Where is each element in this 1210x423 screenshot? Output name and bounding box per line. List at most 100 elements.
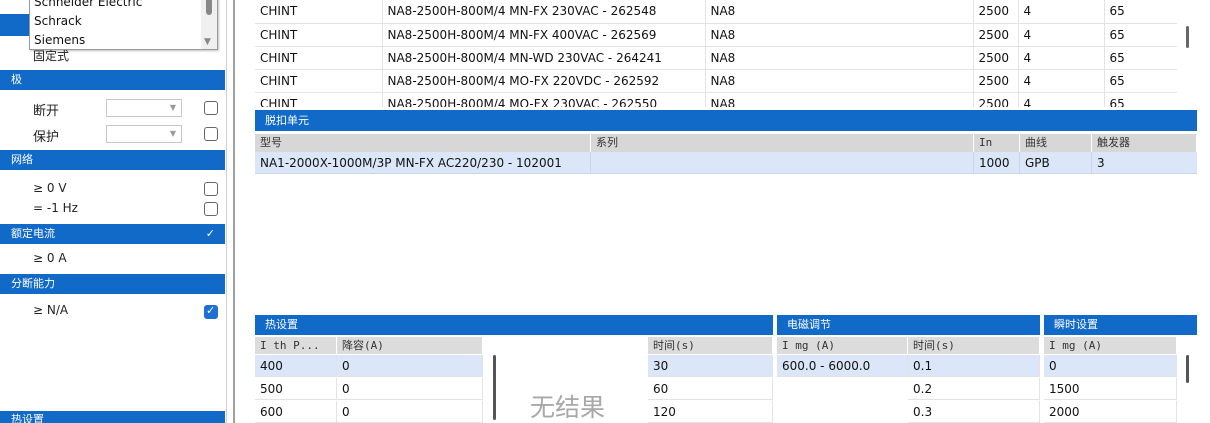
table-row[interactable]: CHINT NA8-2500H-800M/4 MN-WD 230VAC - 264…: [255, 46, 1177, 70]
thermal-ith-cell[interactable]: 500: [255, 378, 337, 400]
thermal-scrollbar[interactable]: [493, 355, 496, 420]
thermal-time-header: 时间(s): [648, 337, 773, 354]
voltage-checkbox[interactable]: [204, 182, 218, 196]
breaking-combo[interactable]: ▼: [106, 99, 182, 117]
instant-value-cell[interactable]: 1500: [1044, 378, 1177, 400]
manufacturer-option[interactable]: Siemens: [30, 31, 217, 50]
frequency-checkbox[interactable]: [204, 202, 218, 216]
breaking-capacity-value: ≥ N/A: [33, 303, 69, 317]
dropdown-scrollbar[interactable]: ▼: [201, 0, 217, 49]
col-model[interactable]: 型号: [255, 134, 591, 152]
poles-cell: 4: [1018, 46, 1105, 70]
thermal-ith-cell[interactable]: 400: [255, 355, 337, 377]
instant-settings-header: 瞬时设置: [1044, 315, 1197, 335]
magnetic-time-cell[interactable]: 0.2: [908, 378, 1040, 400]
series-cell: NA8: [705, 69, 974, 93]
manufacturer-header: [0, 14, 30, 36]
thermal-time-cell[interactable]: 30: [648, 355, 773, 377]
manufacturer-cell: CHINT: [255, 23, 383, 47]
magnetic-column-headers: I mg (A) 时间(s): [777, 337, 1040, 354]
instant-value-cell[interactable]: 0: [1044, 355, 1177, 377]
table-row[interactable]: CHINT NA8-2500H-800M/4 MN-FX 230VAC - 262…: [255, 0, 1177, 24]
thermal-time-cell[interactable]: 60: [648, 378, 773, 400]
manufacturer-cell: CHINT: [255, 69, 383, 93]
check-icon: ✓: [205, 227, 215, 240]
instant-value-cell[interactable]: 2000: [1044, 401, 1177, 423]
breaking-label: 断开: [33, 104, 60, 119]
thermal-derating-cell[interactable]: 0: [337, 355, 483, 377]
col-curve[interactable]: 曲线: [1020, 134, 1092, 152]
poles-cell: 4: [1018, 69, 1105, 93]
col-img[interactable]: I mg (A): [777, 337, 908, 354]
manufacturer-cell: CHINT: [255, 46, 383, 70]
protection-row: 保护 ▼: [0, 123, 225, 145]
breaking-capacity-header: 分断能力: [0, 274, 225, 294]
trip-unit-column-headers: 型号 系列 In 曲线 触发器: [255, 134, 1197, 152]
capacity-cell: 65: [1104, 69, 1177, 93]
current-cell: 2500: [973, 46, 1019, 70]
capacity-cell: 65: [1104, 23, 1177, 47]
thermal-derating-cell[interactable]: 0: [337, 401, 483, 423]
trip-trigger-cell: 3: [1097, 156, 1105, 170]
chevron-down-icon: ▼: [169, 129, 176, 138]
thermal-settings-header: 热设置: [255, 315, 773, 335]
trip-in-cell: 1000: [974, 152, 1020, 174]
magnetic-time-cell[interactable]: 0.1: [908, 355, 1040, 377]
trip-series-cell: [591, 152, 974, 174]
col-trigger[interactable]: 触发器: [1092, 134, 1197, 152]
capacity-cell: 65: [1104, 0, 1177, 24]
model-cell: NA8-2500H-800M/4 MN-FX 230VAC - 262548: [382, 0, 706, 24]
table-row[interactable]: CHINT NA8-2500H-800M/4 MO-FX 220VDC - 262…: [255, 69, 1177, 93]
breaking-checkbox[interactable]: [204, 101, 218, 115]
series-cell: NA8: [705, 23, 974, 47]
current-cell: 2500: [973, 23, 1019, 47]
chevron-down-icon: ▼: [169, 103, 176, 112]
poles-cell: 4: [1018, 23, 1105, 47]
thermal-column-headers: I th P... 降容(A): [255, 337, 483, 354]
col-ith[interactable]: I th P...: [255, 337, 337, 354]
manufacturer-dropdown-list[interactable]: Schneider Electric Schrack Siemens ▼: [29, 0, 218, 50]
col-instant-img[interactable]: I mg (A): [1044, 337, 1177, 354]
manufacturer-cell: CHINT: [255, 0, 383, 24]
breaking-capacity-row: ≥ N/A: [0, 300, 225, 322]
col-series[interactable]: 系列: [591, 134, 974, 152]
panel-splitter[interactable]: [233, 0, 235, 423]
model-cell: NA8-2500H-800M/4 MN-WD 230VAC - 264241: [382, 46, 706, 70]
chevron-down-icon[interactable]: ▼: [204, 37, 211, 47]
protection-checkbox[interactable]: [204, 127, 218, 141]
manufacturer-option[interactable]: Schneider Electric: [30, 0, 217, 12]
rated-current-header[interactable]: 额定电流 ✓: [0, 224, 225, 244]
thermal-derating-cell[interactable]: 0: [337, 378, 483, 400]
col-derating[interactable]: 降容(A): [337, 337, 483, 354]
protection-combo[interactable]: ▼: [106, 125, 182, 143]
thermal-time-cell[interactable]: 120: [648, 401, 773, 423]
model-cell: NA8-2500H-800M/4 MO-FX 220VDC - 262592: [382, 69, 706, 93]
manufacturer-cell: CHINT: [255, 92, 383, 107]
table-row[interactable]: NA1-2000X-1000M/3P MN-FX AC220/230 - 102…: [255, 152, 1197, 174]
magnetic-time-cell[interactable]: 0.3: [908, 401, 1040, 423]
breaker-table-scrollbar[interactable]: [1177, 0, 1197, 107]
frequency-label: = -1 Hz: [33, 201, 78, 215]
table-row[interactable]: CHINT NA8-2500H-800M/4 MN-FX 400VAC - 262…: [255, 23, 1177, 47]
col-mag-time[interactable]: 时间(s): [908, 337, 1040, 354]
rated-current-title: 额定电流: [11, 227, 55, 240]
col-in[interactable]: In: [974, 134, 1020, 152]
scroll-thumb[interactable]: [1186, 26, 1189, 48]
current-cell: 2500: [973, 0, 1019, 24]
trip-model-cell: NA1-2000X-1000M/3P MN-FX AC220/230 - 102…: [255, 152, 591, 174]
thermal-filter-header[interactable]: 热设置: [0, 411, 225, 423]
col-time[interactable]: 时间(s): [648, 337, 773, 354]
protection-label: 保护: [33, 130, 60, 145]
breaking-capacity-checkbox[interactable]: [204, 304, 218, 319]
scroll-thumb[interactable]: [206, 0, 212, 15]
table-row[interactable]: CHINT NA8-2500H-800M/4 MO-FX 230VAC - 262…: [255, 92, 1177, 107]
series-cell: NA8: [705, 46, 974, 70]
instant-scrollbar[interactable]: [1186, 355, 1189, 383]
network-header: 网络: [0, 150, 225, 170]
magnetic-range-cell[interactable]: 600.0 - 6000.0: [777, 355, 908, 377]
thermal-ith-cell[interactable]: 600: [255, 401, 337, 423]
poles-cell: 4: [1018, 0, 1105, 24]
breaking-row: 断开 ▼: [0, 97, 225, 119]
capacity-cell: 65: [1104, 46, 1177, 70]
manufacturer-option[interactable]: Schrack: [30, 12, 217, 31]
